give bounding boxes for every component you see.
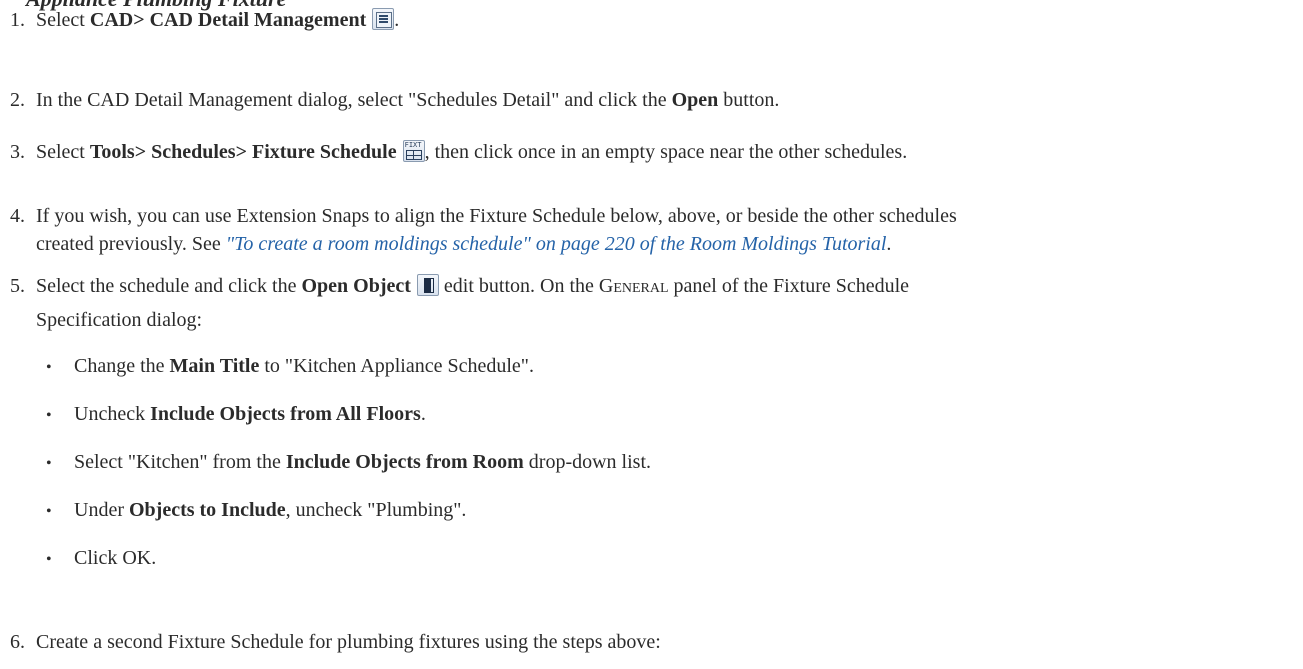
- step-text: If you wish, you can use Extension Snaps…: [36, 205, 957, 227]
- step-5-continued: Specification dialog:: [36, 309, 203, 331]
- button-name: Open Object: [301, 275, 411, 297]
- step-4-continued: created previously. See "To create a roo…: [36, 230, 891, 258]
- list-item: • Uncheck Include Objects from All Floors…: [46, 400, 426, 430]
- cad-detail-management-icon: [372, 8, 395, 30]
- bullet: •: [46, 359, 52, 376]
- step-3: 3. Select Tools> Schedules> Fixture Sched…: [10, 138, 1295, 166]
- step-text: Create a second Fixture Schedule for plu…: [36, 631, 661, 653]
- step-number: 1.: [10, 9, 25, 31]
- step-text-end: .: [886, 233, 892, 255]
- bullet-text-end: to "Kitchen Appliance Schedule".: [259, 355, 534, 377]
- bullet-text: Select "Kitchen" from the: [74, 451, 286, 473]
- step-number: 6.: [10, 631, 25, 653]
- step-1: 1. Select CAD> CAD Detail Management.: [10, 6, 1295, 34]
- list-item: • Under Objects to Include, uncheck "Plum…: [46, 496, 466, 526]
- bullet: •: [46, 407, 52, 424]
- step-number: 5.: [10, 275, 25, 297]
- open-object-icon: [416, 274, 439, 296]
- step-text-end: button.: [718, 89, 780, 111]
- bullet-text: Under: [74, 499, 129, 521]
- bullet-text-end: drop-down list.: [523, 451, 651, 473]
- bullet-text: Uncheck: [74, 403, 151, 425]
- step-text: Select: [36, 141, 90, 163]
- step-text-end: .: [394, 9, 400, 31]
- field-name: Include Objects from Room: [285, 451, 524, 473]
- panel-name: General: [598, 275, 669, 297]
- bullet-text-end: , uncheck "Plumbing".: [285, 499, 467, 521]
- menu-path: Tools> Schedules> Fixture Schedule: [89, 141, 397, 163]
- bullet-text: Change the: [74, 355, 170, 377]
- bullet: •: [46, 503, 52, 520]
- step-number: 3.: [10, 141, 25, 163]
- list-item: • Change the Main Title to "Kitchen Appli…: [46, 352, 534, 382]
- bullet-text: Click OK.: [74, 547, 157, 569]
- cross-reference-link[interactable]: "To create a room moldings schedule" on …: [226, 233, 887, 255]
- step-number: 4.: [10, 205, 25, 227]
- button-name: Open: [671, 89, 719, 111]
- field-name: Main Title: [169, 355, 260, 377]
- step-text: Select: [36, 9, 90, 31]
- step-text: created previously. See: [36, 233, 226, 255]
- step-6: 6. Create a second Fixture Schedule for p…: [10, 628, 1295, 656]
- step-4: 4. If you wish, you can use Extension Sna…: [10, 202, 1295, 230]
- list-item: • Click OK.: [46, 544, 156, 574]
- field-name: Include Objects from All Floors: [150, 403, 421, 425]
- list-item: • Select "Kitchen" from the Include Objec…: [46, 448, 651, 478]
- bullet: •: [46, 551, 52, 568]
- step-5: 5. Select the schedule and click the Open…: [10, 272, 1295, 300]
- fixture-schedule-icon: [402, 140, 425, 162]
- step-text-end: panel of the Fixture Schedule: [668, 275, 910, 297]
- field-name: Objects to Include: [128, 499, 286, 521]
- step-text: edit button. On the: [438, 275, 599, 297]
- step-2: 2. In the CAD Detail Management dialog, s…: [10, 86, 1295, 114]
- step-text: In the CAD Detail Management dialog, sel…: [36, 89, 672, 111]
- bullet: •: [46, 455, 52, 472]
- menu-path: CAD> CAD Detail Management: [89, 9, 367, 31]
- step-number: 2.: [10, 89, 25, 111]
- bullet-text-end: .: [420, 403, 426, 425]
- step-text: Select the schedule and click the: [36, 275, 302, 297]
- step-text-end: , then click once in an empty space near…: [424, 141, 908, 163]
